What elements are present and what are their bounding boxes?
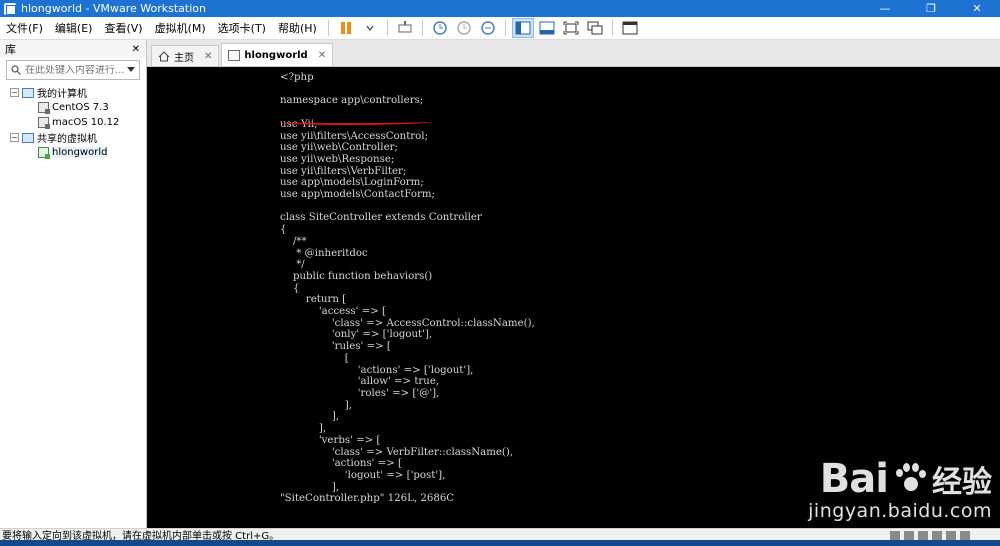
menu-bar: 文件(F) 编辑(E) 查看(V) 虚拟机(M) 选项卡(T) 帮助(H): [0, 17, 1000, 40]
usb-icon[interactable]: [932, 530, 942, 540]
tab-label: hlongworld: [244, 49, 308, 61]
library-search-input[interactable]: [25, 64, 127, 76]
tree-label: CentOS 7.3: [52, 102, 109, 113]
network-icon[interactable]: [904, 530, 914, 540]
tree-label: 我的计算机: [37, 89, 87, 100]
minimize-button[interactable]: —: [862, 0, 908, 17]
menu-help[interactable]: 帮助(H): [272, 20, 323, 36]
console-view-icon: [622, 21, 638, 35]
toolbar-separator: [327, 20, 329, 36]
send-ctrl-alt-del-button[interactable]: [394, 18, 416, 38]
watermark-logo-left: Bai: [819, 456, 889, 502]
collapse-toggle-icon[interactable]: −: [10, 88, 19, 97]
collapse-toggle-icon[interactable]: −: [10, 133, 19, 142]
snapshot-icon: [433, 21, 447, 35]
toolbar-separator: [611, 20, 613, 36]
show-library-button[interactable]: [511, 18, 534, 38]
pause-icon: [340, 22, 351, 34]
display-icon[interactable]: [960, 530, 970, 540]
library-header: 库 ✕: [0, 40, 146, 58]
chevron-down-icon[interactable]: [127, 67, 135, 73]
sound-icon[interactable]: [946, 530, 956, 540]
window-title: hlongworld - VMware Workstation: [21, 2, 206, 15]
thumbnail-bar-button[interactable]: [536, 18, 558, 38]
menu-tabs[interactable]: 选项卡(T): [212, 20, 272, 36]
menu-vm[interactable]: 虚拟机(M): [149, 20, 212, 36]
unity-button[interactable]: [584, 18, 606, 38]
full-screen-icon: [563, 21, 579, 35]
power-dropdown-button[interactable]: [359, 18, 381, 38]
tab-bar: 主页 ✕ hlongworld ✕: [147, 40, 1000, 67]
cd-drive-icon[interactable]: [918, 530, 928, 540]
tree-label: hlongworld: [52, 147, 108, 158]
menu-file[interactable]: 文件(F): [0, 20, 49, 36]
close-window-button[interactable]: ✕: [954, 0, 1000, 17]
tab-home[interactable]: 主页 ✕: [151, 45, 220, 66]
library-close-button[interactable]: ✕: [132, 44, 140, 55]
menu-view[interactable]: 查看(V): [98, 20, 148, 36]
baidu-jingyan-watermark: Bai 经验 jingyan.baidu.com: [808, 456, 992, 522]
full-screen-button[interactable]: [560, 18, 582, 38]
pause-button[interactable]: [335, 18, 357, 38]
vim-code-text: <?php namespace app\controllers; use Yii…: [280, 72, 535, 505]
tree-item-centos[interactable]: CentOS 7.3: [0, 100, 146, 115]
snapshot-manager-button[interactable]: [477, 18, 499, 38]
tree-item-my-computer[interactable]: − 我的计算机: [0, 85, 146, 100]
snapshot-manager-icon: [481, 21, 495, 35]
toolbar-separator: [421, 20, 423, 36]
watermark-logo-right: 经验: [932, 465, 992, 500]
vm-tab-icon: [228, 49, 241, 61]
os-taskbar: [0, 540, 1000, 546]
vm-icon: [38, 117, 50, 129]
search-icon: [11, 65, 21, 75]
tree-item-hlongworld[interactable]: hlongworld: [0, 145, 146, 160]
baidu-paw-icon: [891, 461, 927, 497]
maximize-button[interactable]: ❐: [908, 0, 954, 17]
tree-item-shared-vms[interactable]: − 共享的虚拟机: [0, 130, 146, 145]
library-search: [6, 60, 140, 80]
toolbar-separator: [386, 20, 388, 36]
vm-console[interactable]: <?php namespace app\controllers; use Yii…: [147, 67, 1000, 528]
snapshot-button[interactable]: [429, 18, 451, 38]
running-vm-icon: [38, 147, 50, 159]
tree-item-macos[interactable]: macOS 10.12: [0, 115, 146, 130]
chevron-down-icon: [366, 25, 374, 31]
tab-close-button[interactable]: ✕: [204, 51, 212, 62]
library-title: 库: [5, 43, 16, 56]
computer-icon: [22, 87, 34, 98]
thumbnail-view-icon: [539, 21, 555, 35]
watermark-url: jingyan.baidu.com: [808, 500, 992, 522]
toolbar-separator: [504, 20, 506, 36]
tree-label: macOS 10.12: [52, 117, 120, 128]
status-bar: 要将输入定向到该虚拟机，请在虚拟机内部单击或按 Ctrl+G。: [0, 528, 1000, 542]
tree-label: 共享的虚拟机: [37, 134, 97, 145]
main-content: 主页 ✕ hlongworld ✕ <?php namespace app\co…: [147, 40, 1000, 528]
unity-icon: [587, 21, 603, 35]
vm-icon: [38, 102, 50, 114]
library-tree: − 我的计算机 CentOS 7.3 macOS 10.12 − 共享的虚拟机 …: [0, 85, 146, 160]
library-view-icon: [515, 21, 531, 35]
tab-hlongworld[interactable]: hlongworld ✕: [221, 43, 334, 66]
tab-label: 主页: [174, 52, 194, 64]
library-panel: 库 ✕ − 我的计算机 CentOS 7.3 macOS 10.12 − 共享的…: [0, 40, 147, 528]
vmware-app-icon: [4, 2, 16, 15]
menu-edit[interactable]: 编辑(E): [49, 20, 99, 36]
shared-computer-icon: [22, 132, 34, 143]
home-icon: [158, 50, 170, 61]
revert-snapshot-icon: [457, 21, 471, 35]
console-view-button[interactable]: [619, 18, 641, 38]
hard-disk-icon[interactable]: [890, 530, 900, 540]
keyboard-icon: [398, 21, 412, 33]
tab-close-button[interactable]: ✕: [318, 50, 326, 61]
revert-snapshot-button[interactable]: [453, 18, 475, 38]
title-bar: hlongworld - VMware Workstation — ❐ ✕: [0, 0, 1000, 17]
